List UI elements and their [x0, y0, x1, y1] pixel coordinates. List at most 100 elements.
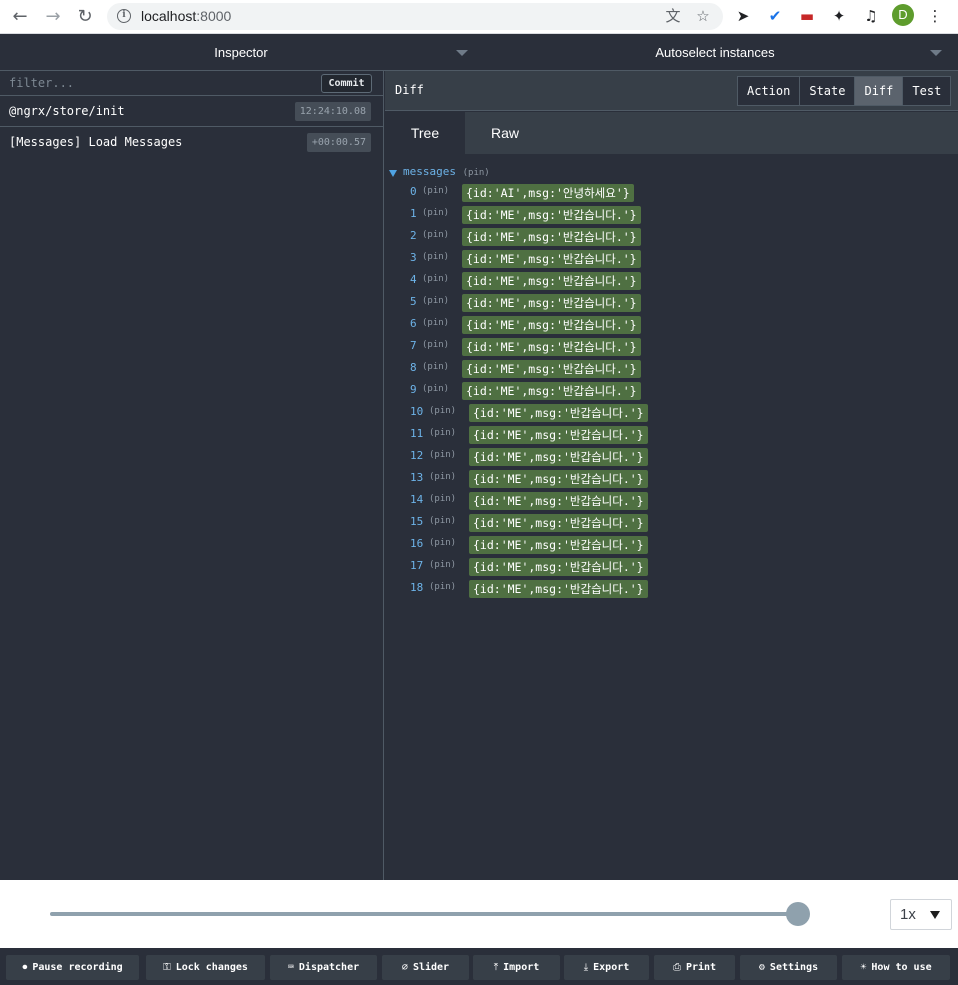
item-value[interactable]: {id:'ME',msg:'반갑습니다.'}	[462, 338, 641, 356]
forward-arrow-icon[interactable]: →	[41, 5, 65, 29]
pin-label[interactable]: (pin)	[422, 186, 449, 196]
item-index: 6	[410, 317, 417, 330]
item-value[interactable]: {id:'ME',msg:'반갑습니다.'}	[462, 360, 641, 378]
profile-avatar[interactable]: D	[892, 4, 914, 26]
item-value[interactable]: {id:'AI',msg:'안녕하세요'}	[462, 184, 634, 202]
pin-label[interactable]: (pin)	[422, 230, 449, 240]
how-to-use-button[interactable]: ☀ How to use	[842, 955, 950, 980]
item-value[interactable]: {id:'ME',msg:'반갑습니다.'}	[469, 492, 648, 510]
pin-label[interactable]: (pin)	[422, 362, 449, 372]
pin-label[interactable]: (pin)	[429, 472, 456, 482]
item-value[interactable]: {id:'ME',msg:'반갑습니다.'}	[469, 426, 648, 444]
item-value[interactable]: {id:'ME',msg:'반갑습니다.'}	[469, 470, 648, 488]
cursor-extension-icon[interactable]: ➤	[733, 6, 753, 26]
commit-button[interactable]: Commit	[321, 74, 372, 93]
slider-button[interactable]: ⌀ Slider	[382, 955, 469, 980]
pin-label[interactable]: (pin)	[429, 428, 456, 438]
pin-label[interactable]: (pin)	[463, 168, 490, 178]
item-value[interactable]: {id:'ME',msg:'반갑습니다.'}	[469, 558, 648, 576]
translate-icon[interactable]: 文	[664, 7, 682, 25]
print-button[interactable]: ⎙ Print	[654, 955, 735, 980]
pin-label[interactable]: (pin)	[422, 274, 449, 284]
item-value[interactable]: {id:'ME',msg:'반갑습니다.'}	[469, 448, 648, 466]
item-index: 0	[410, 185, 417, 198]
tab-diff[interactable]: Diff	[854, 77, 903, 105]
item-value[interactable]: {id:'ME',msg:'반갑습니다.'}	[462, 272, 641, 290]
item-value[interactable]: {id:'ME',msg:'반갑습니다.'}	[462, 206, 641, 224]
item-value[interactable]: {id:'ME',msg:'반갑습니다.'}	[462, 316, 641, 334]
item-index: 13	[410, 471, 424, 484]
monitor-title: Diff	[395, 83, 424, 97]
action-time-badge: 12:24:10.08	[294, 102, 371, 121]
pin-label[interactable]: (pin)	[422, 318, 449, 328]
tab-raw[interactable]: Raw	[465, 112, 545, 154]
export-button[interactable]: ⤓ Export	[564, 955, 649, 980]
lightbulb-icon: ☀	[860, 962, 867, 973]
tab-tree[interactable]: Tree	[385, 112, 465, 154]
site-info-icon[interactable]: i	[117, 9, 131, 23]
pause-recording-button[interactable]: ⏺ Pause recording	[6, 955, 139, 980]
toolbar-button-label: Slider	[412, 962, 450, 973]
dispatcher-button[interactable]: ⌨ Dispatcher	[270, 955, 377, 980]
settings-button[interactable]: ⚙ Settings	[740, 955, 837, 980]
item-value[interactable]: {id:'ME',msg:'반갑습니다.'}	[462, 294, 641, 312]
timeline-slider-thumb[interactable]	[786, 902, 810, 926]
bookmark-star-icon[interactable]: ☆	[694, 7, 712, 25]
filter-input[interactable]	[0, 71, 318, 95]
pin-label[interactable]: (pin)	[422, 384, 449, 394]
upload-icon: ⤒	[493, 962, 499, 973]
dropdown-arrow-icon	[930, 911, 940, 919]
inspector-select[interactable]: Inspector	[0, 35, 482, 71]
action-item[interactable]: @ngrx/store/init 12:24:10.08	[0, 96, 383, 127]
pin-label[interactable]: (pin)	[422, 296, 449, 306]
item-value[interactable]: {id:'ME',msg:'반갑습니다.'}	[462, 228, 641, 246]
check-extension-icon[interactable]: ✔	[765, 6, 785, 26]
item-value[interactable]: {id:'ME',msg:'반갑습니다.'}	[469, 514, 648, 532]
import-button[interactable]: ⤒ Import	[473, 955, 560, 980]
action-list-panel: Commit @ngrx/store/init 12:24:10.08 [Mes…	[0, 71, 384, 880]
pin-label[interactable]: (pin)	[429, 494, 456, 504]
tab-state[interactable]: State	[799, 77, 855, 105]
pin-label[interactable]: (pin)	[429, 560, 456, 570]
pin-label[interactable]: (pin)	[422, 340, 449, 350]
url-text: localhost:8000	[141, 8, 232, 24]
tab-action[interactable]: Action	[738, 77, 800, 105]
lock-changes-button[interactable]: ⚿ Lock changes	[146, 955, 265, 980]
mask-extension-icon[interactable]: ▬	[797, 6, 817, 26]
pin-label[interactable]: (pin)	[429, 406, 456, 416]
pin-label[interactable]: (pin)	[429, 582, 456, 592]
item-value[interactable]: {id:'ME',msg:'반갑습니다.'}	[469, 580, 648, 598]
pin-label[interactable]: (pin)	[429, 450, 456, 460]
pin-label[interactable]: (pin)	[429, 516, 456, 526]
playback-speed-select[interactable]: 1x	[890, 899, 952, 930]
toolbar-button-label: Import	[503, 962, 540, 973]
chevron-down-icon[interactable]	[930, 50, 942, 56]
back-arrow-icon[interactable]: ←	[8, 5, 32, 29]
expand-caret-icon[interactable]	[389, 170, 397, 177]
toolbar-button-label: Pause recording	[32, 962, 123, 973]
media-queue-icon[interactable]: ♫	[861, 6, 881, 26]
chevron-down-icon[interactable]	[456, 50, 468, 56]
tab-test[interactable]: Test	[902, 77, 951, 105]
item-index: 10	[410, 405, 424, 418]
item-value[interactable]: {id:'ME',msg:'반갑습니다.'}	[462, 382, 641, 400]
pin-label[interactable]: (pin)	[422, 208, 449, 218]
item-value[interactable]: {id:'ME',msg:'반갑습니다.'}	[469, 536, 648, 554]
reload-icon[interactable]: ↻	[73, 5, 97, 29]
timeline-slider-track[interactable]	[50, 912, 798, 916]
pin-label[interactable]: (pin)	[422, 252, 449, 262]
item-index: 17	[410, 559, 424, 572]
item-index: 1	[410, 207, 417, 220]
more-menu-icon[interactable]: ⋮	[925, 6, 945, 26]
instances-select[interactable]: Autoselect instances	[482, 35, 948, 71]
item-value[interactable]: {id:'ME',msg:'반갑습니다.'}	[469, 404, 648, 422]
pin-label[interactable]: (pin)	[429, 538, 456, 548]
item-value[interactable]: {id:'ME',msg:'반갑습니다.'}	[462, 250, 641, 268]
slider-off-icon: ⌀	[401, 962, 408, 973]
address-bar[interactable]: i localhost:8000 文 ☆	[107, 3, 723, 30]
view-tabs: Tree Raw	[385, 112, 958, 154]
lock-icon: ⚿	[163, 962, 171, 973]
puzzle-extensions-icon[interactable]: ✦	[829, 6, 849, 26]
action-item[interactable]: [Messages] Load Messages +00:00.57	[0, 127, 383, 158]
item-index: 16	[410, 537, 424, 550]
